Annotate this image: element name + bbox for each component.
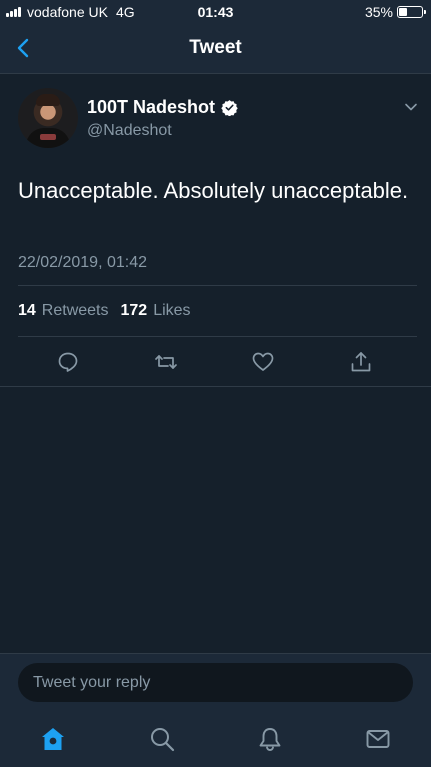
tweet-text: Unacceptable. Absolutely unacceptable. <box>18 178 409 203</box>
nav-bar: Tweet <box>0 24 431 74</box>
divider <box>18 336 417 337</box>
tab-bar <box>0 709 431 767</box>
display-name-text[interactable]: 100T Nadeshot <box>87 97 215 118</box>
tweet-timestamp: 22/02/2019, 01:42 <box>18 254 148 271</box>
battery-level-fill <box>399 8 407 16</box>
retweet-icon[interactable] <box>154 350 178 374</box>
bell-icon[interactable] <box>257 726 283 752</box>
status-right: 35% <box>364 4 426 20</box>
tweet-actions <box>0 346 431 378</box>
tweet-header: 100T Nadeshot @Nadeshot <box>18 88 418 148</box>
verified-badge-icon <box>221 100 238 116</box>
retweets-label[interactable]: Retweets <box>42 302 109 320</box>
display-name[interactable]: 100T Nadeshot <box>87 97 238 118</box>
battery-icon <box>397 6 426 18</box>
heart-icon[interactable] <box>251 350 275 374</box>
mail-icon[interactable] <box>365 726 391 752</box>
search-icon[interactable] <box>149 726 175 752</box>
battery-percent: 35% <box>364 4 393 20</box>
chevron-down-icon[interactable] <box>404 100 418 114</box>
page-title: Tweet <box>189 37 242 58</box>
reply-icon[interactable] <box>56 350 80 374</box>
likes-count[interactable]: 172 <box>121 302 148 320</box>
divider <box>0 386 431 387</box>
divider <box>18 285 417 286</box>
retweets-count[interactable]: 14 <box>18 302 36 320</box>
reply-bar <box>0 653 431 709</box>
user-handle[interactable]: @Nadeshot <box>87 122 172 140</box>
home-icon[interactable] <box>40 726 66 752</box>
reply-input[interactable] <box>18 663 413 702</box>
likes-label[interactable]: Likes <box>153 302 190 320</box>
share-icon[interactable] <box>349 350 373 374</box>
avatar[interactable] <box>18 88 78 148</box>
tweet-stats: 14 Retweets 172 Likes <box>18 302 203 320</box>
status-bar: vodafone UK 4G 01:43 35% <box>0 0 431 24</box>
